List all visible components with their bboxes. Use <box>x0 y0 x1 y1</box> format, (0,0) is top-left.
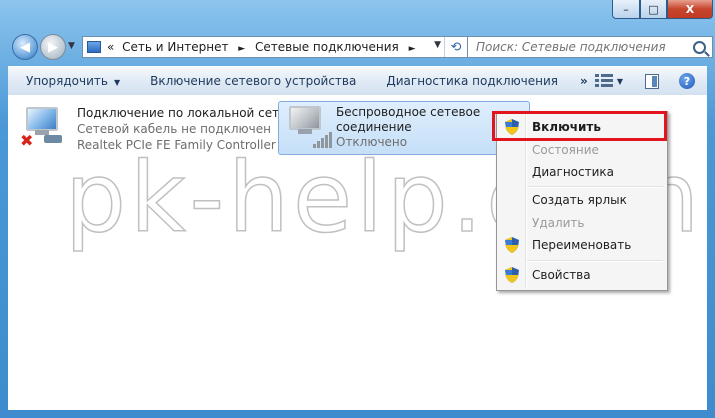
address-bar[interactable]: « Сеть и Интернет ► Сетевые подключения … <box>82 36 468 58</box>
menu-item-label: Свойства <box>532 268 591 282</box>
change-view-icon[interactable] <box>594 74 613 88</box>
menu-item-delete[interactable]: Удалить <box>499 212 665 234</box>
recent-pages-dropdown-icon[interactable]: ▼ <box>68 41 75 51</box>
menu-item-label: Переименовать <box>532 238 632 252</box>
command-bar: Упорядочить ▼ Включение сетевого устройст… <box>8 66 707 96</box>
search-box <box>467 36 713 58</box>
breadcrumb-separator-icon[interactable]: ► <box>409 44 416 54</box>
highlight-frame <box>492 111 667 141</box>
back-arrow-icon: ◀ <box>20 39 30 55</box>
forward-arrow-icon: ▶ <box>48 39 58 55</box>
address-dropdown-icon[interactable]: ▼ <box>434 40 441 50</box>
menu-item-label: Диагностика <box>532 165 615 179</box>
close-button[interactable]: X <box>667 0 713 19</box>
breadcrumb-overflow[interactable]: « <box>107 40 114 54</box>
search-icon[interactable] <box>693 41 706 54</box>
more-commands-button[interactable]: » <box>580 74 588 88</box>
window-frame: – □ X ◀ ▶ ▼ « Сеть и Интернет ► Сетевые … <box>0 0 715 418</box>
window-caption-buttons: – □ X <box>612 0 713 20</box>
back-button[interactable]: ◀ <box>12 34 38 60</box>
menu-item-properties[interactable]: Свойства <box>499 264 665 286</box>
menu-item-rename[interactable]: Переименовать <box>499 234 665 256</box>
help-icon[interactable]: ? <box>679 73 695 89</box>
breadcrumb: « Сеть и Интернет ► Сетевые подключения … <box>107 40 422 54</box>
wireless-network-adapter-icon <box>285 106 332 148</box>
preview-pane-icon[interactable] <box>645 73 659 89</box>
maximize-button[interactable]: □ <box>640 0 667 19</box>
menu-item-label: Создать ярлык <box>532 193 627 207</box>
chevron-down-icon[interactable]: ▼ <box>617 77 623 86</box>
diagnose-connection-button[interactable]: Диагностика подключения <box>386 74 558 88</box>
menu-item-status[interactable]: Состояние <box>499 139 665 161</box>
breadcrumb-item-network[interactable]: Сеть и Интернет <box>122 40 228 54</box>
connection-name: Подключение по локальной сети <box>77 106 287 120</box>
menu-item-label: Состояние <box>532 143 599 157</box>
forward-button[interactable]: ▶ <box>40 34 66 60</box>
connection-name-line1: Беспроводное сетевое <box>336 105 481 119</box>
wired-network-adapter-icon: ✖ <box>20 107 64 150</box>
connection-status: Сетевой кабель не подключен <box>77 122 271 136</box>
shield-icon <box>505 267 519 283</box>
navigation-bar: ◀ ▶ ▼ « Сеть и Интернет ► Сетевые подклю… <box>10 34 713 60</box>
menu-item-diagnostics[interactable]: Диагностика <box>499 161 665 183</box>
disconnected-x-icon: ✖ <box>20 131 34 150</box>
connection-name-line2: соединение <box>336 120 412 134</box>
breadcrumb-item-connections[interactable]: Сетевые подключения <box>255 40 399 54</box>
search-input[interactable] <box>474 39 688 55</box>
enable-device-button[interactable]: Включение сетевого устройства <box>150 74 356 88</box>
toolbar-right-controls: ▼ ? <box>594 67 707 95</box>
menu-item-create-shortcut[interactable]: Создать ярлык <box>499 189 665 211</box>
chevron-down-icon: ▼ <box>113 78 121 87</box>
breadcrumb-separator-icon[interactable]: ► <box>238 44 245 54</box>
network-folder-icon <box>87 41 101 53</box>
refresh-button[interactable]: ⟲ <box>444 37 467 57</box>
menu-item-label: Удалить <box>532 216 585 230</box>
minimize-button[interactable]: – <box>612 0 640 19</box>
shield-icon <box>505 237 519 253</box>
organize-button[interactable]: Упорядочить ▼ <box>26 74 120 88</box>
organize-label: Упорядочить <box>26 74 108 88</box>
